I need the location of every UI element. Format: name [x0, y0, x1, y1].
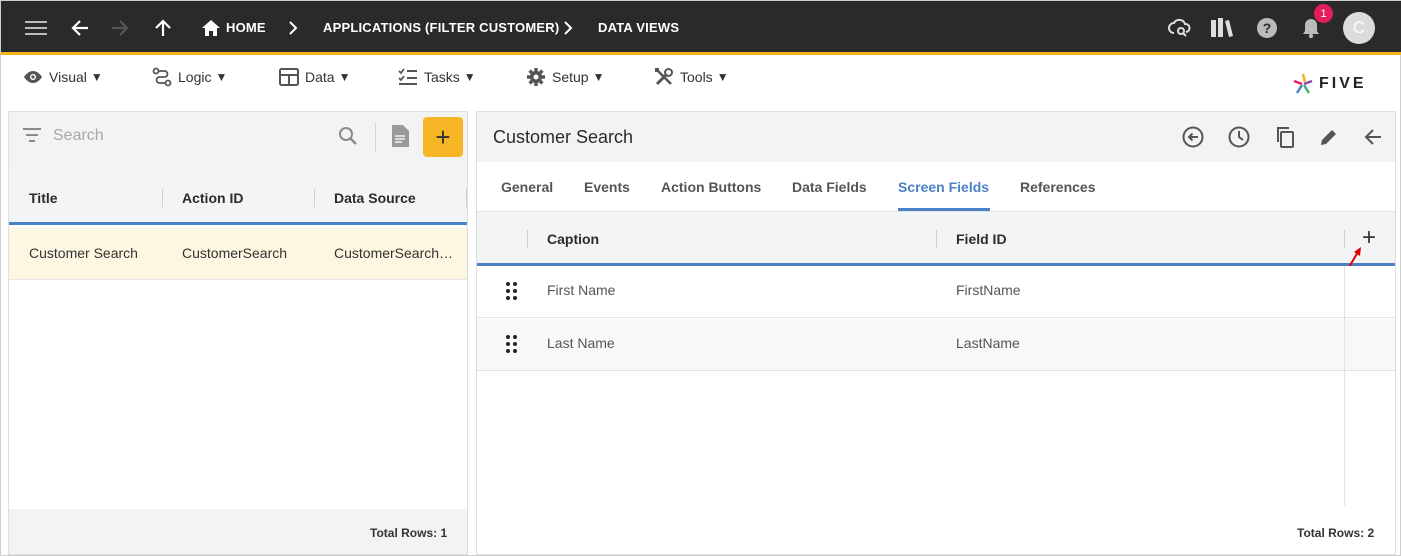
cell-data-source: CustomerSearch… [334, 245, 454, 261]
top-bar: HOME APPLICATIONS (FILTER CUSTOMER) DATA… [1, 1, 1401, 55]
cell-action-id: CustomerSearch [182, 245, 288, 261]
search-icon[interactable] [338, 126, 358, 151]
menu-bar: Visual ▼ Logic ▼ Data ▼ Tasks ▼ Setup ▼ … [1, 58, 1401, 102]
cell-title: Customer Search [29, 245, 138, 261]
back-arrow-icon[interactable] [67, 15, 93, 41]
cell-caption: Last Name [547, 335, 615, 351]
search-input[interactable] [53, 124, 333, 148]
tab-action-buttons[interactable]: Action Buttons [661, 179, 761, 195]
left-table-header: Title Action ID Data Source [9, 171, 467, 225]
document-icon[interactable] [390, 124, 410, 153]
total-rows-label: Total Rows: 2 [1297, 526, 1375, 540]
total-rows-label: Total Rows: 1 [370, 526, 448, 540]
forward-arrow-icon[interactable] [107, 15, 133, 41]
table-row[interactable]: Last Name LastName [477, 319, 1395, 371]
cloud-search-icon[interactable] [1167, 15, 1193, 41]
up-arrow-icon[interactable] [150, 15, 176, 41]
table-row[interactable]: Customer Search CustomerSearch CustomerS… [9, 228, 467, 280]
tab-general[interactable]: General [501, 179, 553, 195]
menu-tools-label: Tools [680, 69, 713, 85]
eye-icon [24, 71, 42, 83]
caret-down-icon: ▼ [716, 70, 729, 84]
menu-logic-label: Logic [178, 69, 212, 85]
filter-icon[interactable] [23, 128, 41, 147]
copy-icon[interactable] [1273, 125, 1297, 149]
menu-tools[interactable]: Tools ▼ [654, 64, 729, 90]
right-detail-panel: Customer Search General Events Action Bu… [476, 111, 1396, 555]
column-separator [162, 189, 163, 207]
left-list-panel: + Title Action ID Data Source Customer S… [8, 111, 468, 555]
caret-down-icon: ▼ [592, 70, 605, 84]
column-caption[interactable]: Caption [547, 231, 599, 247]
menu-data[interactable]: Data ▼ [279, 64, 350, 90]
caret-down-icon: ▼ [463, 70, 476, 84]
back-arrow-icon[interactable] [1361, 125, 1385, 149]
hamburger-menu-icon[interactable] [23, 15, 49, 41]
active-tab-indicator [898, 208, 990, 211]
menu-visual-label: Visual [49, 69, 87, 85]
history-clock-icon[interactable] [1227, 125, 1251, 149]
detail-tabs: General Events Action Buttons Data Field… [477, 162, 1395, 212]
table-icon [279, 68, 299, 86]
menu-visual[interactable]: Visual ▼ [23, 64, 103, 90]
logo-text: FIVE [1319, 75, 1367, 92]
left-footer: Total Rows: 1 [9, 509, 467, 554]
menu-setup-label: Setup [552, 69, 589, 85]
tab-references[interactable]: References [1020, 179, 1096, 195]
svg-text:?: ? [1263, 20, 1272, 36]
menu-data-label: Data [305, 69, 335, 85]
home-icon[interactable] [198, 15, 224, 41]
breadcrumb-data-views[interactable]: DATA VIEWS [598, 20, 679, 35]
tab-data-fields[interactable]: Data Fields [792, 179, 867, 195]
checklist-icon [398, 68, 417, 85]
flow-icon [152, 67, 172, 87]
tools-icon [655, 68, 673, 86]
chevron-right-icon [555, 15, 581, 41]
column-separator [314, 189, 315, 207]
tab-events[interactable]: Events [584, 179, 630, 195]
gear-icon [527, 68, 545, 86]
breadcrumb-home[interactable]: HOME [226, 20, 266, 35]
cell-field-id: FirstName [956, 282, 1021, 298]
menu-setup[interactable]: Setup ▼ [526, 64, 604, 90]
cell-caption: First Name [547, 282, 616, 298]
left-table: Title Action ID Data Source Customer Sea… [9, 171, 467, 509]
column-separator [466, 189, 467, 207]
search-bar: + [9, 112, 467, 160]
menu-tasks-label: Tasks [424, 69, 460, 85]
column-title[interactable]: Title [29, 190, 58, 206]
screen-fields-header: Caption Field ID + [477, 212, 1395, 273]
add-record-button[interactable]: + [423, 117, 463, 157]
avatar[interactable]: C [1343, 12, 1375, 44]
help-icon[interactable]: ? [1254, 15, 1280, 41]
chevron-right-icon [280, 15, 306, 41]
action-column-divider [1344, 266, 1345, 506]
notification-badge: 1 [1314, 4, 1333, 23]
caret-down-icon: ▼ [338, 70, 351, 84]
library-books-icon[interactable] [1209, 15, 1235, 41]
breadcrumb-applications[interactable]: APPLICATIONS (FILTER CUSTOMER) [323, 20, 559, 35]
five-logo: FIVE [1291, 72, 1367, 96]
column-separator [527, 230, 528, 248]
page-title: Customer Search [493, 127, 634, 147]
cell-field-id: LastName [956, 335, 1020, 351]
menu-tasks[interactable]: Tasks ▼ [398, 64, 476, 90]
tab-screen-fields[interactable]: Screen Fields [898, 179, 989, 195]
column-data-source[interactable]: Data Source [334, 190, 416, 206]
detail-header: Customer Search [477, 112, 1395, 162]
caret-down-icon: ▼ [90, 70, 103, 84]
column-separator [936, 230, 937, 248]
five-logo-mark-icon [1293, 73, 1313, 94]
caret-down-icon: ▼ [215, 70, 228, 84]
column-action-id[interactable]: Action ID [182, 190, 243, 206]
table-row[interactable]: First Name FirstName [477, 266, 1395, 318]
menu-logic[interactable]: Logic ▼ [152, 64, 227, 90]
drag-handle-icon[interactable] [505, 334, 519, 354]
search-divider [375, 122, 376, 152]
edit-pencil-icon[interactable] [1317, 125, 1341, 149]
drag-handle-icon[interactable] [505, 281, 519, 301]
back-circle-icon[interactable] [1181, 125, 1205, 149]
column-field-id[interactable]: Field ID [956, 231, 1007, 247]
